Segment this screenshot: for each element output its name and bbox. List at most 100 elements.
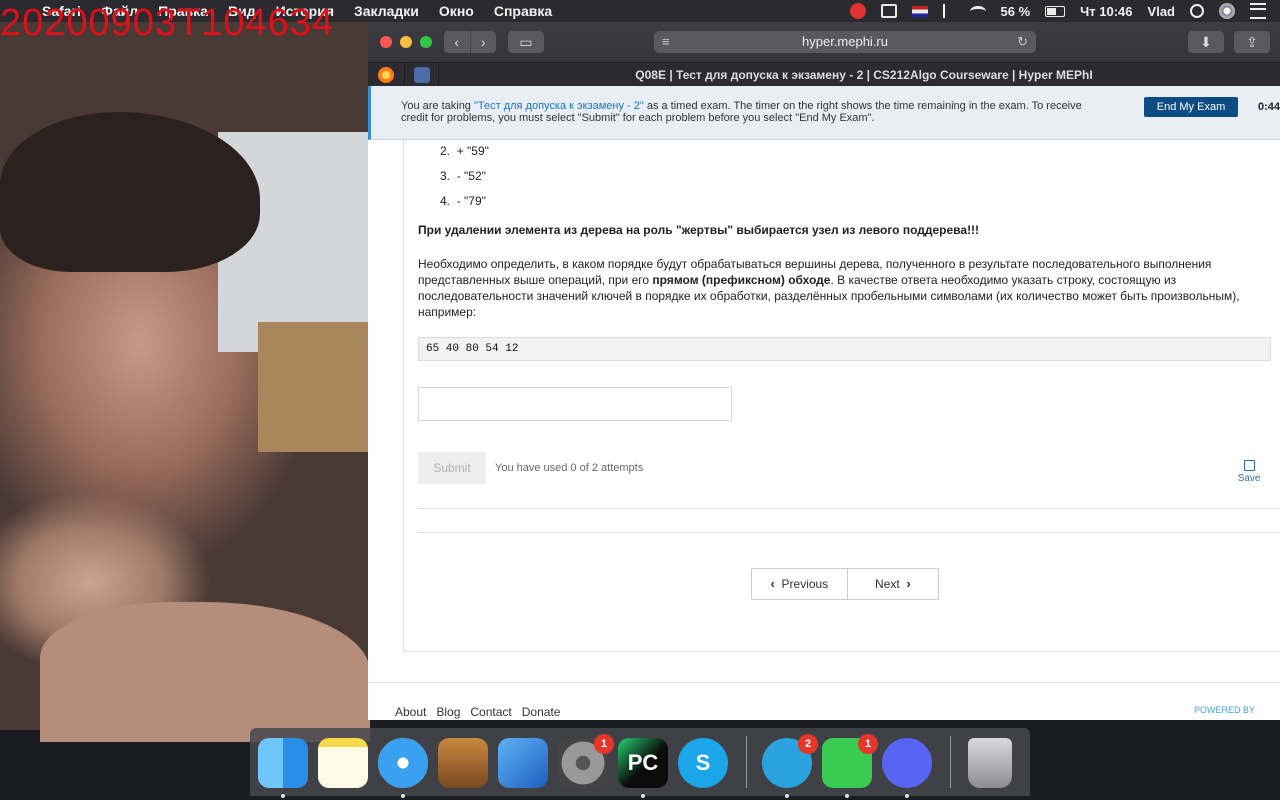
tab-separator <box>438 63 439 87</box>
wifi-icon[interactable] <box>969 5 986 17</box>
recording-timestamp: 20200903T104634 <box>0 2 335 44</box>
list-item-number: 4. <box>440 194 451 208</box>
list-item: 3. - "52" <box>440 164 489 189</box>
exam-notice: You are taking "Тест для допуска к экзам… <box>401 100 1101 124</box>
telegram-icon[interactable]: 2 <box>762 734 818 788</box>
webcam-feed <box>0 22 370 742</box>
active-tab-title[interactable]: Q08E | Тест для допуска к экзамену - 2 |… <box>448 63 1280 87</box>
forward-button[interactable]: › <box>471 31 497 53</box>
running-indicator <box>845 794 849 798</box>
safari-window: ‹ › ▭ ≡ hyper.mephi.ru ↻ ⬇ ⇪ Q08E | Тест… <box>368 22 1280 720</box>
pinned-tab-favicon-icon[interactable] <box>378 67 394 83</box>
powered-by-openedx-logo[interactable]: POWERED BY <box>1194 705 1255 715</box>
address-text: hyper.mephi.ru <box>802 34 888 49</box>
attempts-counter: You have used 0 of 2 attempts <box>495 462 644 474</box>
close-window-button[interactable] <box>380 36 392 48</box>
tab-separator <box>404 63 405 87</box>
list-item-text: - "79" <box>456 194 486 208</box>
reader-mode-icon[interactable]: ≡ <box>662 31 670 53</box>
timed-exam-banner: You are taking "Тест для допуска к экзам… <box>368 86 1280 140</box>
exam-timer: 0:44: <box>1258 101 1280 113</box>
safari-toolbar: ‹ › ▭ ≡ hyper.mephi.ru ↻ ⬇ ⇪ <box>368 22 1280 62</box>
share-icon[interactable]: ⇪ <box>1234 31 1270 53</box>
address-bar[interactable]: ≡ hyper.mephi.ru ↻ <box>654 31 1036 53</box>
menubar-user[interactable]: Vlad <box>1148 4 1175 19</box>
previous-button[interactable]: ‹ Previous <box>752 569 848 599</box>
notes-icon[interactable] <box>318 738 368 788</box>
exam-notice-text: You are taking <box>401 100 474 112</box>
garageband-icon[interactable] <box>438 738 488 788</box>
description-emphasis: прямом (префиксном) обходе <box>652 273 831 287</box>
running-indicator <box>641 794 645 798</box>
system-preferences-icon[interactable]: 1 <box>558 734 614 788</box>
facetime-icon[interactable]: 1 <box>822 734 878 788</box>
content-border <box>403 140 404 652</box>
save-label: Save <box>1237 473 1261 484</box>
submit-button[interactable]: Submit <box>418 452 486 484</box>
notification-badge-icon[interactable] <box>849 3 866 19</box>
save-button[interactable]: Save <box>1234 460 1264 484</box>
dock-separator <box>950 736 951 788</box>
safari-icon[interactable] <box>378 738 428 788</box>
zoom-window-button[interactable] <box>420 36 432 48</box>
next-label: Next <box>875 577 900 591</box>
chevron-left-icon: ‹ <box>770 576 775 591</box>
notification-badge: 1 <box>858 734 878 754</box>
dock-separator <box>746 736 747 788</box>
pinned-tab-chat-icon[interactable] <box>414 67 430 83</box>
finder-icon[interactable] <box>258 738 308 788</box>
footer-link-blog[interactable]: Blog <box>436 705 460 719</box>
menu-bookmarks[interactable]: Закладки <box>354 3 419 19</box>
spotlight-search-icon[interactable] <box>1190 4 1204 18</box>
downloads-icon[interactable]: ⬇ <box>1188 31 1224 53</box>
bluetooth-icon[interactable] <box>942 4 955 18</box>
problem-description: Необходимо определить, в каком порядке б… <box>418 256 1278 320</box>
menu-help[interactable]: Справка <box>494 3 552 19</box>
page-footer: About Blog Contact Donate POWERED BY <box>368 682 1280 720</box>
running-indicator <box>785 794 789 798</box>
footer-link-donate[interactable]: Donate <box>522 705 561 719</box>
battery-icon[interactable] <box>1045 5 1066 17</box>
webcam-background-shelf <box>258 322 368 452</box>
list-item-text: - "52" <box>456 169 486 183</box>
keyboard-layout-flag-icon[interactable] <box>911 5 928 17</box>
menu-window[interactable]: Окно <box>439 3 474 19</box>
list-item-number: 3. <box>440 169 451 183</box>
reload-icon[interactable]: ↻ <box>1017 31 1028 53</box>
list-item-number: 2. <box>440 144 451 158</box>
running-indicator <box>905 794 909 798</box>
operations-list: 2. + "59" 3. - "52" 4. - "79" <box>440 139 489 214</box>
mute-icon[interactable] <box>823 4 835 18</box>
siri-icon[interactable] <box>1219 3 1235 19</box>
content-border-bottom <box>403 651 1280 652</box>
section-divider <box>418 532 1280 533</box>
pycharm-glyph: PC <box>627 750 659 775</box>
xcode-icon[interactable] <box>498 738 548 788</box>
problem-content: 2. + "59" 3. - "52" 4. - "79" При удален… <box>368 140 1280 680</box>
sidebar-toggle-icon[interactable]: ▭ <box>508 31 544 53</box>
next-button[interactable]: Next › <box>848 569 938 599</box>
minimize-window-button[interactable] <box>400 36 412 48</box>
previous-label: Previous <box>781 577 829 591</box>
footer-link-contact[interactable]: Contact <box>470 705 511 719</box>
trash-icon[interactable] <box>968 738 1012 788</box>
battery-percent: 56 % <box>1000 3 1031 19</box>
deletion-rule-note: При удалении элемента из дерева на роль … <box>418 223 980 237</box>
discord-icon[interactable] <box>882 738 932 788</box>
pycharm-icon[interactable]: PC <box>618 738 668 788</box>
answer-input[interactable] <box>418 387 732 421</box>
footer-link-about[interactable]: About <box>395 705 426 719</box>
back-button[interactable]: ‹ <box>444 31 471 53</box>
menubar-clock[interactable]: Чт 10:46 <box>1080 4 1132 19</box>
history-nav: ‹ › <box>444 31 496 53</box>
chat-icon[interactable] <box>880 4 897 18</box>
skype-icon[interactable]: S <box>678 738 728 788</box>
end-my-exam-button[interactable]: End My Exam <box>1144 97 1238 117</box>
notification-badge: 2 <box>798 734 818 754</box>
list-item-text: + "59" <box>456 144 489 158</box>
exam-link[interactable]: "Тест для допуска к экзамену - 2" <box>474 100 644 112</box>
list-item: 4. - "79" <box>440 189 489 214</box>
chevron-right-icon: › <box>906 576 911 591</box>
section-divider <box>418 508 1280 509</box>
notification-center-icon[interactable] <box>1250 3 1266 19</box>
